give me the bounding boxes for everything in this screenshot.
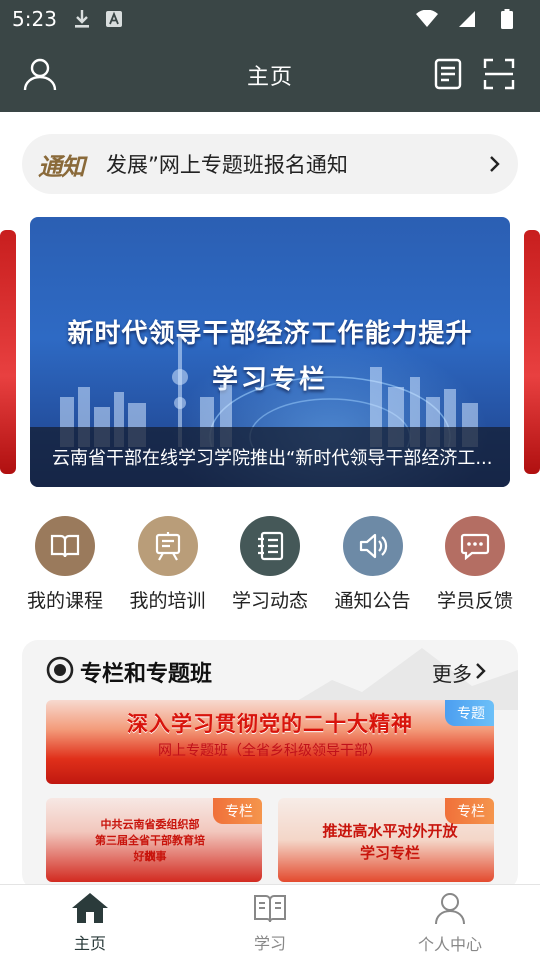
quick-announcements[interactable]: 通知公告 bbox=[328, 516, 418, 613]
status-time: 5:23 bbox=[12, 7, 57, 31]
home-icon[interactable] bbox=[71, 892, 109, 928]
tab-label: 学习 bbox=[253, 933, 286, 953]
card-title: 深入学习贯彻党的二十大精神 bbox=[127, 712, 413, 736]
card-subtitle: 好故事 bbox=[133, 850, 167, 863]
column-card[interactable]: 专题 深入学习贯彻党的二十大精神 网上专题班（全省乡科级领导干部） bbox=[46, 700, 494, 784]
section-header: 专栏和专题班 bbox=[46, 656, 212, 688]
quick-my-training[interactable]: 我的培训 bbox=[123, 516, 213, 613]
target-icon bbox=[46, 656, 74, 688]
quick-menu: 我的课程 我的培训 学习动态 通知公告 学员反馈 bbox=[20, 516, 520, 613]
training-board-icon[interactable] bbox=[137, 516, 198, 576]
quick-my-courses[interactable]: 我的课程 bbox=[20, 516, 110, 613]
a-icon bbox=[103, 8, 125, 30]
notice-tag: 通知 bbox=[38, 151, 85, 181]
banner-next-peek[interactable] bbox=[524, 230, 540, 474]
notebook-icon[interactable] bbox=[240, 516, 300, 576]
notice-text[interactable]: 发展”网上专题班报名通知 bbox=[106, 149, 484, 179]
chevron-right-icon[interactable] bbox=[484, 154, 504, 174]
person-icon[interactable] bbox=[434, 891, 466, 929]
card-title: 推进高水平对外开放 bbox=[322, 822, 458, 840]
more-link[interactable]: 更多 bbox=[432, 658, 488, 687]
section-title: 专栏和专题班 bbox=[80, 662, 213, 687]
card-subtitle: 学习专栏 bbox=[359, 844, 420, 862]
tab-study[interactable]: 学习 bbox=[180, 885, 360, 960]
speaker-icon[interactable] bbox=[342, 516, 403, 576]
open-book-icon[interactable] bbox=[253, 892, 287, 928]
tab-label: 主页 bbox=[73, 933, 106, 953]
book-icon[interactable] bbox=[35, 516, 95, 576]
bottom-nav: 主页 学习 个人中心 bbox=[0, 884, 540, 960]
quick-label: 通知公告 bbox=[334, 590, 411, 612]
wifi-icon bbox=[416, 8, 438, 30]
tab-home[interactable]: 主页 bbox=[0, 885, 180, 960]
card-badge: 专栏 bbox=[213, 798, 262, 824]
quick-label: 我的课程 bbox=[26, 590, 103, 612]
tab-label: 个人中心 bbox=[417, 934, 482, 954]
status-bar: 5:23 bbox=[0, 0, 540, 38]
quick-label: 学习动态 bbox=[231, 590, 308, 612]
chevron-right-icon[interactable] bbox=[472, 661, 488, 685]
chat-icon[interactable] bbox=[445, 516, 505, 576]
column-card[interactable]: 专栏 推进高水平对外开放 学习专栏 bbox=[278, 798, 494, 882]
column-card[interactable]: 专栏 中共云南省委组织部 第三届全省干部教育培训 好故事 bbox=[46, 798, 262, 882]
signal-icon bbox=[456, 8, 478, 30]
quick-label: 我的培训 bbox=[129, 590, 206, 612]
quick-feedback[interactable]: 学员反馈 bbox=[430, 516, 520, 613]
scan-icon[interactable] bbox=[479, 54, 519, 94]
card-title: 中共云南省委组织部 bbox=[100, 818, 200, 831]
banner-slide[interactable]: 新时代领导干部经济工作能力提升 学习专栏 云南省干部在线学习学院推出“新时代领导… bbox=[30, 217, 510, 487]
banner-prev-peek[interactable] bbox=[0, 230, 16, 474]
card-subtitle: 网上专题班（全省乡科级领导干部） bbox=[158, 743, 382, 759]
quick-learning-news[interactable]: 学习动态 bbox=[225, 516, 315, 613]
battery-icon bbox=[496, 8, 518, 30]
special-columns-section: 专栏和专题班 更多 专题 深入学习贯彻党的二十大精神 网上专题班（全省乡科级领导… bbox=[22, 640, 518, 890]
more-label[interactable]: 更多 bbox=[432, 658, 472, 687]
quick-label: 学员反馈 bbox=[436, 590, 513, 612]
notice-bar[interactable]: 通知 发展”网上专题班报名通知 bbox=[22, 134, 518, 194]
tab-profile[interactable]: 个人中心 bbox=[360, 885, 540, 960]
document-icon[interactable] bbox=[428, 54, 468, 94]
app-bar: 主页 bbox=[0, 38, 540, 112]
download-icon bbox=[71, 8, 93, 30]
banner-caption: 云南省干部在线学习学院推出“新时代领导干部经济工... bbox=[30, 427, 510, 487]
